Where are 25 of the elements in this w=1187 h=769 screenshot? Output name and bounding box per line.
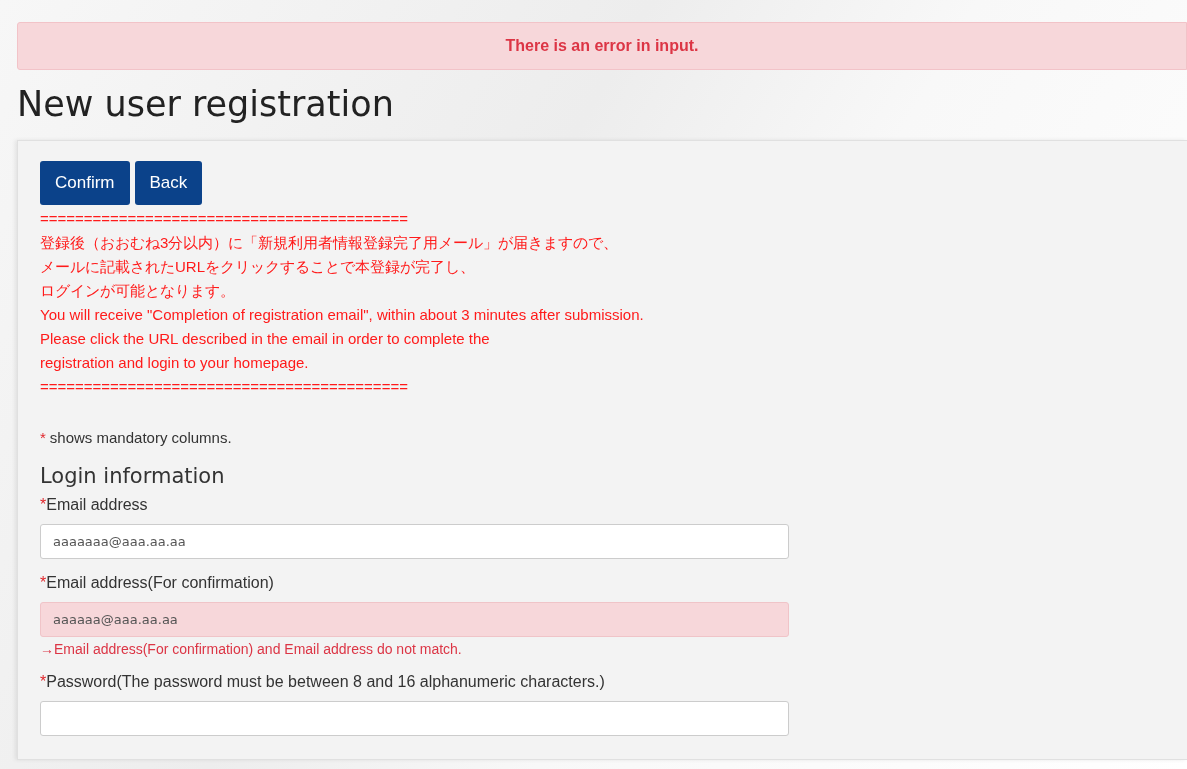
section-title: Login information <box>40 464 225 488</box>
notice-line: 登録後（おおむね3分以内）に「新規利用者情報登録完了用メール」が届きますので、 <box>40 233 620 253</box>
required-mark: * <box>40 574 47 592</box>
notice-line: Please click the URL described in the email in order to complete the <box>40 329 491 349</box>
field-label: Email address <box>46 496 148 514</box>
input-field[interactable]: aaaaaaa@aaa.aa.aa <box>40 524 789 559</box>
back-button[interactable]: Back <box>134 161 203 205</box>
notice-line: You will receive "Completion of registration email", within about 3 minutes after submission. <box>40 305 645 325</box>
error-message: →Email address(For confirmation) and Email address do not match. <box>40 641 462 657</box>
confirm-button[interactable]: Confirm <box>40 161 130 205</box>
notice-line: ========================================== <box>40 377 409 397</box>
alert-text: There is an error in input. <box>505 37 699 55</box>
notice-line: メールに記載されたURLをクリックすることで本登録が完了し、 <box>40 257 476 277</box>
field-label: Password(The password must be between 8 and 16 alphanumeric characters.) <box>46 673 605 691</box>
notice-line: ログインが可能となります。 <box>40 281 236 301</box>
input-field[interactable] <box>40 701 789 736</box>
field-label: Email address(For confirmation) <box>46 574 274 592</box>
required-mark: * <box>40 429 46 446</box>
mandatory-note: shows mandatory columns. <box>49 429 232 446</box>
notice-line: registration and login to your homepage. <box>40 353 310 373</box>
notice-line: ========================================== <box>40 209 409 229</box>
page-title: New user registration <box>17 83 394 126</box>
required-mark: * <box>40 673 47 691</box>
required-mark: * <box>40 496 47 514</box>
input-field[interactable]: aaaaaa@aaa.aa.aa <box>40 602 789 637</box>
